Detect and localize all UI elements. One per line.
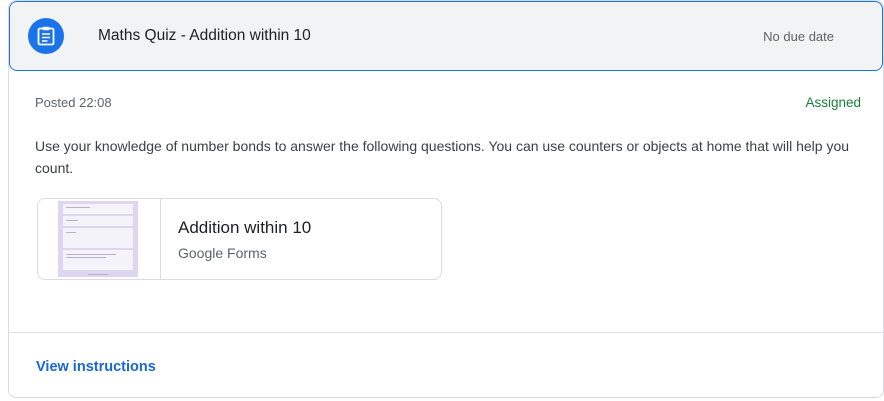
due-date: No due date bbox=[763, 29, 834, 44]
status-badge: Assigned bbox=[805, 95, 861, 110]
assignment-header[interactable]: Maths Quiz - Addition within 10 No due d… bbox=[9, 1, 883, 71]
attachment-title: Addition within 10 bbox=[178, 218, 312, 237]
attachment-card[interactable]: Addition within 10 Google Forms bbox=[37, 198, 442, 280]
view-instructions-link[interactable]: View instructions bbox=[36, 359, 156, 375]
assignment-title: Maths Quiz - Addition within 10 bbox=[98, 27, 311, 44]
divider bbox=[9, 332, 883, 333]
form-thumbnail bbox=[38, 199, 161, 279]
assignment-icon bbox=[28, 18, 64, 54]
posted-time: Posted 22:08 bbox=[35, 95, 112, 110]
attachment-type: Google Forms bbox=[178, 245, 267, 261]
assignment-description: Use your knowledge of number bonds to an… bbox=[35, 138, 850, 176]
assignment-card: Maths Quiz - Addition within 10 No due d… bbox=[8, 0, 884, 398]
